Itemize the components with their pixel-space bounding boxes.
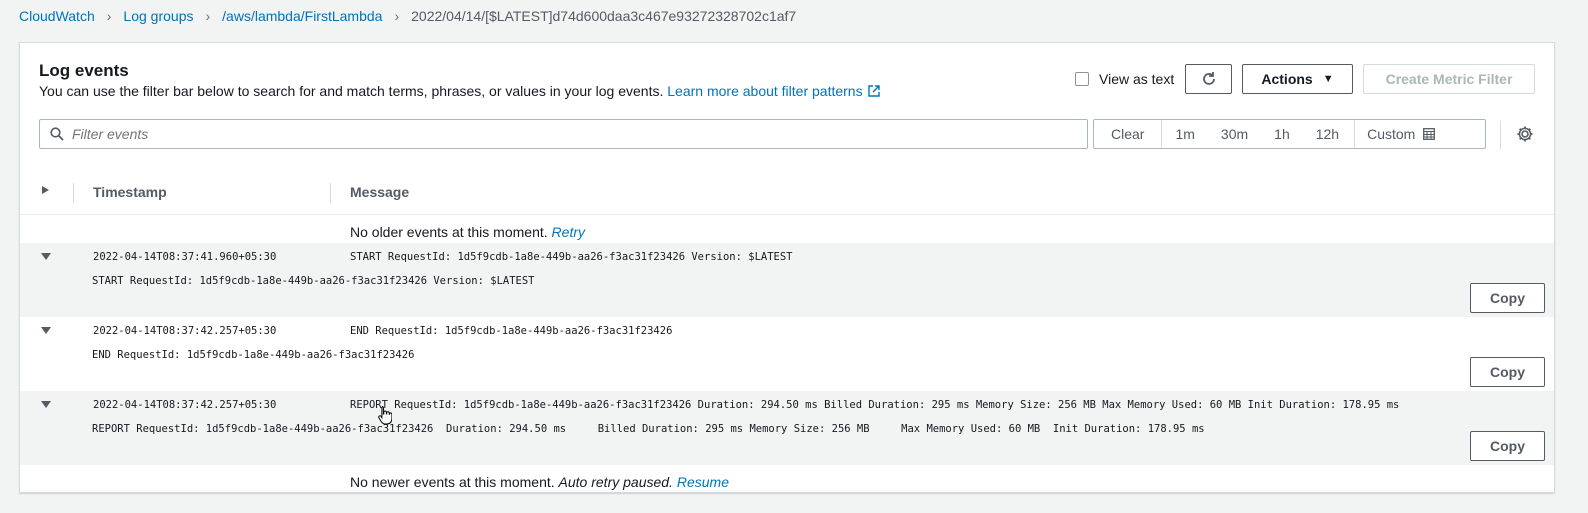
column-header-timestamp[interactable]: Timestamp xyxy=(93,184,167,200)
breadcrumb-current: 2022/04/14/[$LATEST]d74d600daa3c467e9327… xyxy=(411,8,797,24)
resume-link[interactable]: Resume xyxy=(677,474,729,490)
chevron-right-icon: › xyxy=(394,8,400,24)
log-events-panel: Log events You can use the filter bar be… xyxy=(19,42,1555,493)
breadcrumb-cloudwatch[interactable]: CloudWatch xyxy=(19,8,95,24)
table-header: Timestamp Message xyxy=(20,169,1554,215)
column-separator xyxy=(73,183,74,203)
collapse-row-icon[interactable] xyxy=(41,327,51,334)
hand-cursor-icon xyxy=(378,406,392,425)
learn-more-link[interactable]: Learn more about filter patterns xyxy=(667,83,880,99)
breadcrumb: CloudWatch › Log groups › /aws/lambda/Fi… xyxy=(19,6,796,26)
retry-link[interactable]: Retry xyxy=(552,224,585,240)
chevron-right-icon: › xyxy=(205,8,211,24)
event-detail: START RequestId: 1d5f9cdb-1a8e-449b-aa26… xyxy=(92,275,535,287)
older-events-text: No older events at this moment. xyxy=(350,224,548,240)
copy-button[interactable]: Copy xyxy=(1470,283,1545,313)
refresh-icon xyxy=(1202,72,1215,85)
copy-button[interactable]: Copy xyxy=(1470,431,1545,461)
event-message: REPORT RequestId: 1d5f9cdb-1a8e-449b-aa2… xyxy=(350,399,1400,411)
time-range-12h[interactable]: 12h xyxy=(1303,120,1352,148)
filter-events-search[interactable] xyxy=(39,119,1088,149)
time-range-clear[interactable]: Clear xyxy=(1094,120,1163,148)
time-range-selector: Clear 1m 30m 1h 12h Custom xyxy=(1093,119,1486,149)
collapse-row-icon[interactable] xyxy=(41,401,51,408)
older-events-row: No older events at this moment. Retry xyxy=(20,218,1554,244)
event-message: END RequestId: 1d5f9cdb-1a8e-449b-aa26-f… xyxy=(350,325,673,337)
page-description: You can use the filter bar below to sear… xyxy=(39,83,880,99)
actions-button[interactable]: Actions ▼ xyxy=(1242,64,1353,94)
external-link-icon xyxy=(867,85,880,97)
table-row[interactable]: 2022-04-14T08:37:42.257+05:30 END Reques… xyxy=(20,317,1554,391)
expand-all-icon[interactable] xyxy=(42,186,49,194)
event-timestamp: 2022-04-14T08:37:42.257+05:30 xyxy=(93,325,277,337)
newer-events-text: No newer events at this moment. xyxy=(350,474,555,490)
event-timestamp: 2022-04-14T08:37:41.960+05:30 xyxy=(93,251,277,263)
event-detail: END RequestId: 1d5f9cdb-1a8e-449b-aa26-f… xyxy=(92,349,415,361)
column-separator xyxy=(330,183,331,203)
collapse-row-icon[interactable] xyxy=(41,253,51,260)
view-as-text-toggle[interactable]: View as text xyxy=(1075,71,1174,87)
search-icon xyxy=(50,127,64,141)
table-row[interactable]: 2022-04-14T08:37:42.257+05:30 REPORT Req… xyxy=(20,391,1554,465)
event-timestamp: 2022-04-14T08:37:42.257+05:30 xyxy=(93,399,277,411)
time-range-1h[interactable]: 1h xyxy=(1261,120,1303,148)
gear-icon[interactable] xyxy=(1516,125,1534,143)
toolbar-divider xyxy=(1500,121,1501,149)
chevron-right-icon: › xyxy=(106,8,112,24)
refresh-button[interactable] xyxy=(1185,64,1232,94)
view-as-text-checkbox[interactable] xyxy=(1075,72,1089,86)
table-row[interactable]: 2022-04-14T08:37:41.960+05:30 START Requ… xyxy=(20,243,1554,317)
copy-button[interactable]: Copy xyxy=(1470,357,1545,387)
event-message: START RequestId: 1d5f9cdb-1a8e-449b-aa26… xyxy=(350,251,793,263)
event-detail: REPORT RequestId: 1d5f9cdb-1a8e-449b-aa2… xyxy=(92,423,1205,435)
breadcrumb-log-groups[interactable]: Log groups xyxy=(123,8,193,24)
actions-label: Actions xyxy=(1261,71,1313,87)
time-range-30m[interactable]: 30m xyxy=(1208,120,1261,148)
view-as-text-label: View as text xyxy=(1099,71,1175,87)
create-metric-filter-button[interactable]: Create Metric Filter xyxy=(1363,64,1535,94)
description-text: You can use the filter bar below to sear… xyxy=(39,83,664,99)
breadcrumb-log-group[interactable]: /aws/lambda/FirstLambda xyxy=(222,8,382,24)
newer-events-row: No newer events at this moment. Auto ret… xyxy=(20,468,1554,494)
time-range-1m[interactable]: 1m xyxy=(1162,120,1207,148)
time-range-custom[interactable]: Custom xyxy=(1354,120,1448,148)
caret-down-icon: ▼ xyxy=(1322,73,1334,85)
auto-retry-paused-text: Auto retry paused. xyxy=(558,474,673,490)
column-header-message[interactable]: Message xyxy=(350,184,409,200)
custom-label: Custom xyxy=(1367,126,1416,142)
filter-events-input[interactable] xyxy=(72,126,972,142)
calendar-icon xyxy=(1423,128,1436,140)
page-title: Log events xyxy=(39,61,129,80)
learn-more-label: Learn more about filter patterns xyxy=(667,83,863,99)
